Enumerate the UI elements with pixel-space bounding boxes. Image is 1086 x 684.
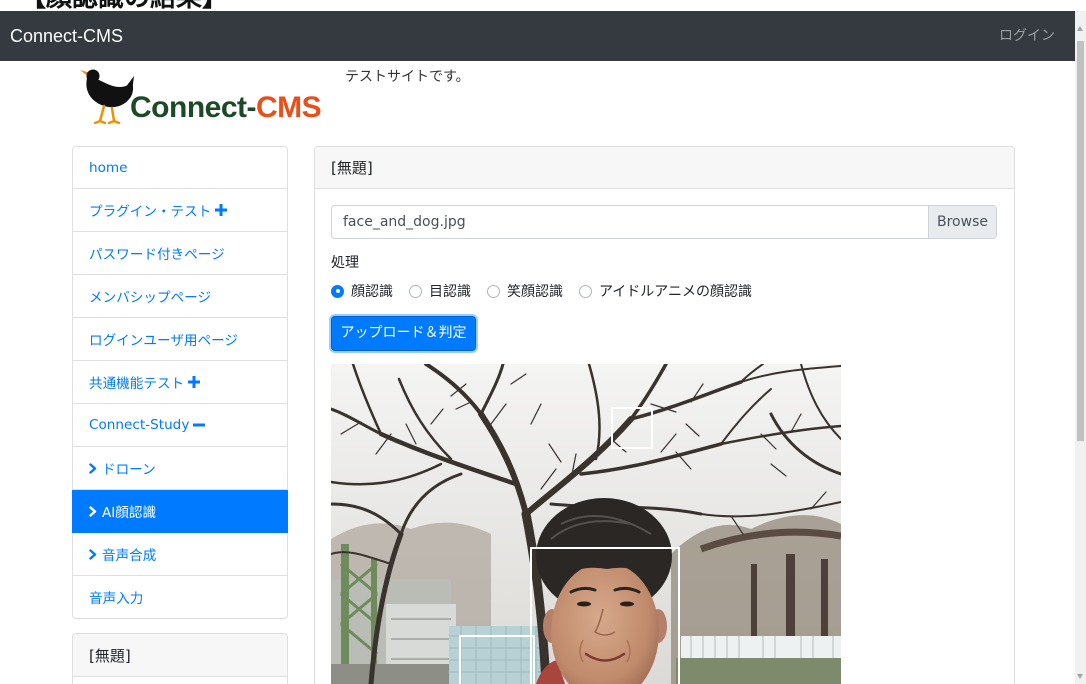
sidebar-item-label: パスワード付きページ xyxy=(89,247,225,263)
sidebar-item-ai-face-recognition[interactable]: AI顔認識 xyxy=(72,490,288,533)
scrollbar-thumb[interactable] xyxy=(1077,41,1084,441)
sidebar-item-label: ログインユーザ用ページ xyxy=(89,333,238,349)
top-navbar: Connect-CMS ログイン xyxy=(0,11,1075,61)
sidebar-item-label: 音声入力 xyxy=(89,591,144,607)
sidebar-menu: home プラグイン・テスト パスワード付きページ メンバシップページ ログイン… xyxy=(72,146,288,619)
radio-label: 顔認識 xyxy=(351,284,393,300)
sidebar-item-label: メンバシップページ xyxy=(89,290,212,306)
sidebar-frame-title: [無題] xyxy=(73,634,287,677)
sidebar-item-label: ドローン xyxy=(102,462,156,478)
radio-button[interactable] xyxy=(331,284,344,298)
result-photo xyxy=(331,364,841,684)
vertical-scrollbar[interactable] xyxy=(1075,11,1086,684)
logo-text: Connect-CMS xyxy=(130,91,322,124)
sidebar-item-speech-input[interactable]: 音声入力 xyxy=(72,576,288,619)
sidebar-item-label: Connect-Study xyxy=(89,417,190,433)
person xyxy=(536,498,672,684)
sidebar-item-label: 音声合成 xyxy=(102,548,157,564)
sidebar-item-password-page[interactable]: パスワード付きページ xyxy=(72,232,288,275)
radio-label: 目認識 xyxy=(429,284,471,300)
sidebar-item-speech-synthesis[interactable]: 音声合成 xyxy=(72,533,288,576)
browser-viewport: Connect-CMS ログイン Connect-CMS テストサイトです。 h… xyxy=(0,11,1075,684)
sidebar-item-drone[interactable]: ドローン xyxy=(72,447,288,490)
chevron-right-icon xyxy=(89,548,97,560)
radio-smile-recognition[interactable]: 笑顔認識 xyxy=(487,281,563,301)
radio-label: アイドルアニメの顔認識 xyxy=(599,284,753,300)
radio-button[interactable] xyxy=(579,284,592,298)
radio-anime-face-recognition[interactable]: アイドルアニメの顔認識 xyxy=(579,281,752,301)
plus-icon xyxy=(188,376,201,388)
browse-button[interactable]: Browse xyxy=(928,206,996,238)
frame-title: [無題] xyxy=(315,147,1014,189)
scroll-down-arrow-icon[interactable] xyxy=(1077,674,1083,679)
sidebar-frame: [無題] xyxy=(72,633,288,684)
logo-text-main: Connect- xyxy=(130,91,257,124)
chevron-right-icon xyxy=(89,462,97,474)
logo-text-accent: CMS xyxy=(256,91,322,124)
sidebar-item-membership-page[interactable]: メンバシップページ xyxy=(72,275,288,318)
sidebar-item-login-user-page[interactable]: ログインユーザ用ページ xyxy=(72,318,288,361)
sidebar-item-common-function-test[interactable]: 共通機能テスト xyxy=(72,361,288,404)
sidebar-item-connect-study[interactable]: Connect-Study xyxy=(72,404,288,447)
radio-button[interactable] xyxy=(487,284,500,298)
radio-button[interactable] xyxy=(409,284,422,298)
upload-judge-button[interactable]: アップロード＆判定 xyxy=(331,316,476,351)
sidebar-item-home[interactable]: home xyxy=(72,146,288,189)
navbar-brand[interactable]: Connect-CMS xyxy=(10,11,123,61)
site-logo[interactable]: Connect-CMS xyxy=(80,68,322,124)
chevron-right-icon xyxy=(89,505,97,517)
minus-icon xyxy=(193,423,206,427)
main-frame: [無題] face_and_dog.jpg Browse 処理 顔認識 目認識 … xyxy=(314,146,1015,684)
sidebar-item-label: プラグイン・テスト xyxy=(89,204,212,220)
site-description: テストサイトです。 xyxy=(345,69,470,85)
file-name-text: face_and_dog.jpg xyxy=(343,214,466,230)
radio-label: 笑顔認識 xyxy=(507,284,563,300)
sidebar-item-label: AI顔認識 xyxy=(102,505,157,521)
radio-face-recognition[interactable]: 顔認識 xyxy=(331,281,393,301)
file-input[interactable]: face_and_dog.jpg Browse xyxy=(331,205,997,239)
process-radio-group: 顔認識 目認識 笑顔認識 アイドルアニメの顔認識 xyxy=(331,281,768,301)
sidebar-item-label: home xyxy=(89,159,128,176)
login-link[interactable]: ログイン xyxy=(999,11,1055,61)
sidebar-item-plugin-test[interactable]: プラグイン・テスト xyxy=(72,189,288,232)
scroll-up-arrow-icon[interactable] xyxy=(1077,26,1083,31)
radio-eye-recognition[interactable]: 目認識 xyxy=(409,281,471,301)
sidebar-item-label: 共通機能テスト xyxy=(89,376,185,392)
process-label: 処理 xyxy=(331,255,359,271)
plus-icon xyxy=(215,204,228,216)
bird-icon xyxy=(80,69,134,124)
face-detection-result-image xyxy=(331,364,841,684)
